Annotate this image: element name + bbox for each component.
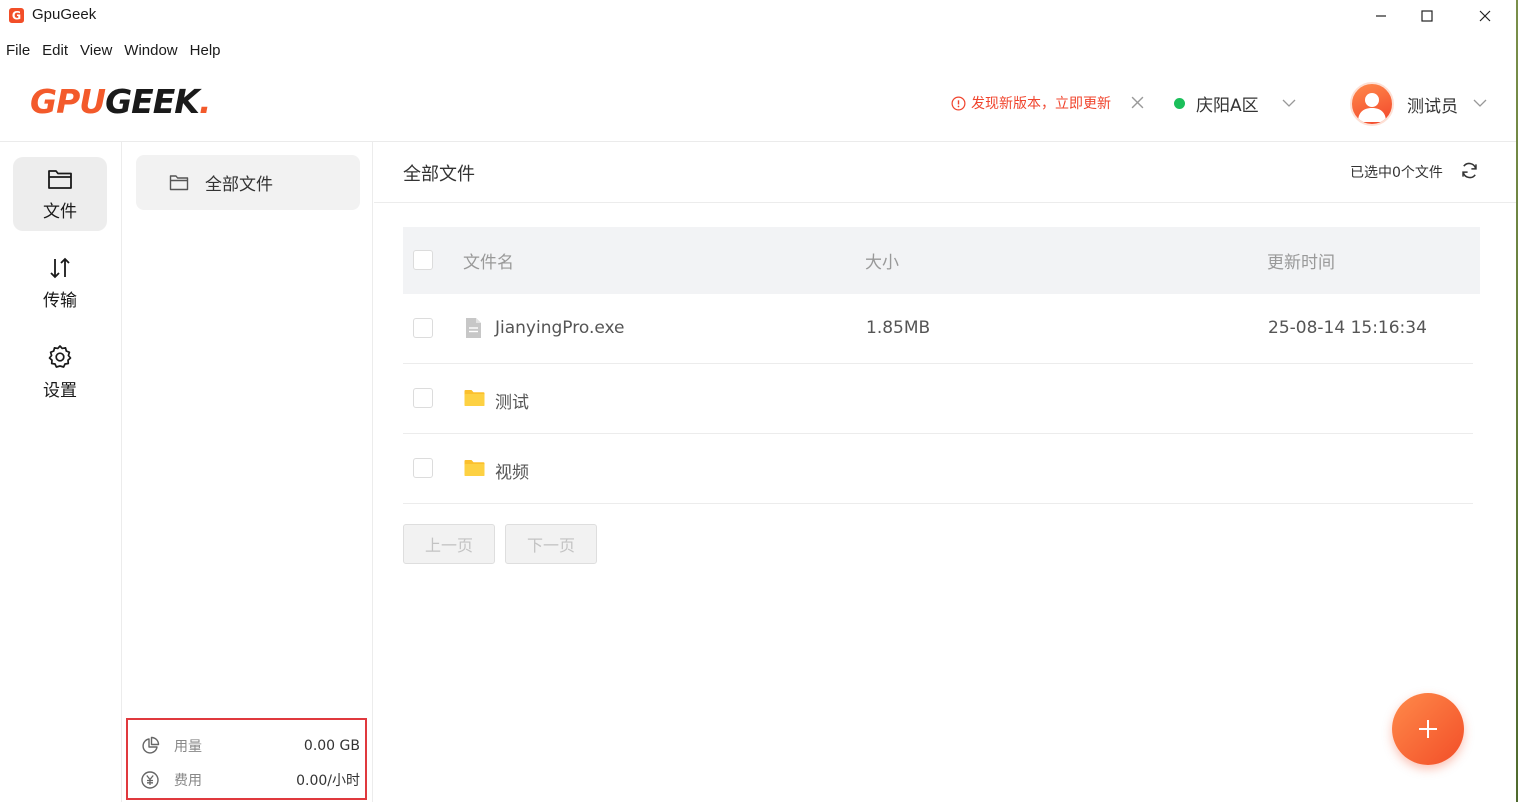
folder-icon xyxy=(464,460,485,476)
menu-window[interactable]: Window xyxy=(118,38,183,64)
main-content: 全部文件 已选中0个文件 文件名 大小 更新时间 JianyingPro.exe xyxy=(374,142,1518,802)
maximize-icon xyxy=(1421,10,1433,22)
prev-page-button[interactable]: 上一页 xyxy=(403,524,495,564)
file-name[interactable]: 测试 xyxy=(495,388,529,413)
gpugeek-app-icon: G xyxy=(9,8,24,23)
region-status-dot xyxy=(1174,98,1185,109)
plus-icon xyxy=(1419,720,1437,738)
refresh-icon[interactable] xyxy=(1460,161,1479,180)
column-header-name[interactable]: 文件名 xyxy=(463,248,514,273)
region-label: 庆阳A区 xyxy=(1196,96,1259,116)
page-title: 全部文件 xyxy=(403,164,475,185)
column-header-updated[interactable]: 更新时间 xyxy=(1267,248,1335,273)
file-table: 文件名 大小 更新时间 JianyingPro.exe 1.85MB 25-08… xyxy=(403,227,1480,504)
minimize-icon xyxy=(1376,15,1386,17)
gpugeek-logo: GPUGEEK. xyxy=(30,82,211,121)
close-icon xyxy=(1479,10,1491,22)
menu-bar: File Edit View Window Help xyxy=(0,38,227,64)
transfer-arrows-icon xyxy=(50,257,70,278)
selected-count: 已选中0个文件 xyxy=(1350,165,1443,181)
nav-item-files[interactable]: 文件 xyxy=(13,157,107,231)
row-checkbox[interactable] xyxy=(413,318,433,338)
main-header: 全部文件 已选中0个文件 xyxy=(374,142,1518,203)
menu-file[interactable]: File xyxy=(0,38,36,64)
title-bar: G GpuGeek xyxy=(0,0,1518,32)
usage-label: 用量 xyxy=(174,739,202,755)
file-size: 1.85MB xyxy=(866,318,931,338)
file-name[interactable]: 视频 xyxy=(495,458,529,483)
table-row[interactable]: 视频 xyxy=(403,434,1473,504)
add-button[interactable] xyxy=(1392,693,1464,765)
dismiss-update-icon[interactable] xyxy=(1131,96,1144,109)
pagination: 上一页 下一页 xyxy=(403,524,597,564)
gear-icon xyxy=(48,344,72,368)
folder-icon xyxy=(48,169,72,189)
info-icon xyxy=(951,96,966,110)
cost-value: 0.00/小时 xyxy=(296,773,360,789)
cost-label: 费用 xyxy=(174,773,202,789)
file-name[interactable]: JianyingPro.exe xyxy=(495,318,625,338)
table-row[interactable]: JianyingPro.exe 1.85MB 25-08-14 15:16:34 xyxy=(403,294,1473,364)
folder-tree-label: 全部文件 xyxy=(205,175,273,195)
maximize-button[interactable] xyxy=(1404,0,1450,32)
user-name[interactable]: 测试员 xyxy=(1407,92,1458,117)
nav-rail: 文件 传输 设置 xyxy=(0,142,122,802)
folder-outline-icon xyxy=(169,175,189,191)
nav-item-label: 文件 xyxy=(43,201,77,222)
nav-item-label: 传输 xyxy=(43,290,77,311)
update-notice-text: 发现新版本，立即更新 xyxy=(971,96,1111,112)
table-header: 文件名 大小 更新时间 xyxy=(403,227,1480,294)
folder-tree-all-files[interactable]: 全部文件 xyxy=(136,155,360,210)
svg-text:G: G xyxy=(12,10,21,23)
user-icon xyxy=(1358,93,1386,122)
chevron-down-icon[interactable] xyxy=(1282,99,1296,108)
region-selector[interactable]: 庆阳A区 xyxy=(1174,91,1259,116)
avatar[interactable] xyxy=(1350,82,1394,126)
chevron-down-icon[interactable] xyxy=(1473,99,1487,108)
close-window-button[interactable] xyxy=(1462,0,1508,32)
next-page-button[interactable]: 下一页 xyxy=(505,524,597,564)
row-checkbox[interactable] xyxy=(413,388,433,408)
menu-help[interactable]: Help xyxy=(184,38,227,64)
file-updated: 25-08-14 15:16:34 xyxy=(1268,318,1427,338)
cost-row: 费用 0.00/小时 xyxy=(140,768,362,792)
window-title: GpuGeek xyxy=(32,6,97,23)
nav-item-transfer[interactable]: 传输 xyxy=(13,246,107,320)
app-header: GPUGEEK. 发现新版本，立即更新 庆阳A区 测试员 xyxy=(0,64,1518,142)
folder-icon xyxy=(464,390,485,406)
usage-summary-box: 用量 0.00 GB 费用 0.00/小时 xyxy=(126,718,367,800)
minimize-button[interactable] xyxy=(1358,0,1404,32)
menu-view[interactable]: View xyxy=(74,38,118,64)
yuan-icon xyxy=(141,771,159,789)
pie-chart-icon xyxy=(142,736,160,754)
folder-panel: 全部文件 用量 0.00 GB 费用 0.00/小时 xyxy=(123,142,373,802)
menu-edit[interactable]: Edit xyxy=(36,38,74,64)
file-icon xyxy=(466,318,481,338)
nav-item-label: 设置 xyxy=(43,380,77,401)
row-checkbox[interactable] xyxy=(413,458,433,478)
usage-row: 用量 0.00 GB xyxy=(140,734,362,758)
update-notice-link[interactable]: 发现新版本，立即更新 xyxy=(951,93,1111,113)
select-all-checkbox[interactable] xyxy=(413,250,433,270)
table-row[interactable]: 测试 xyxy=(403,364,1473,434)
usage-value: 0.00 GB xyxy=(303,738,360,754)
nav-item-settings[interactable]: 设置 xyxy=(13,335,107,409)
column-header-size[interactable]: 大小 xyxy=(865,248,899,273)
